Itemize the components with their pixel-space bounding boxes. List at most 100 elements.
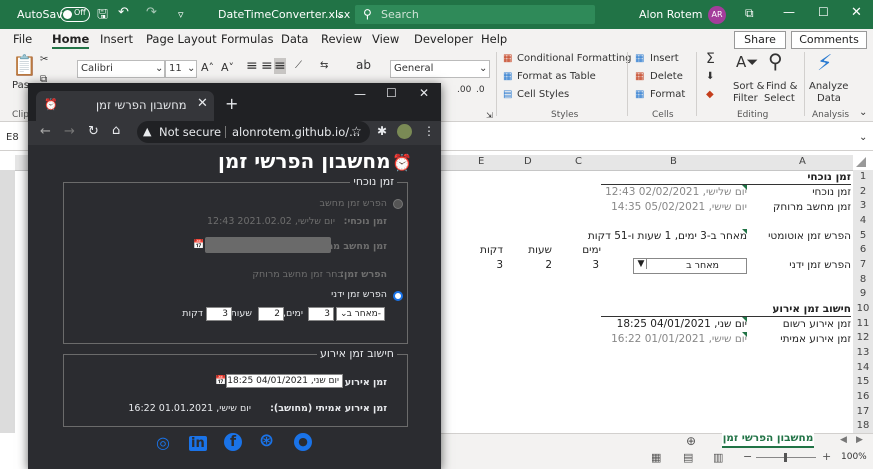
paste-label[interactable]: Pas [12, 80, 29, 91]
increase-decimal-icon[interactable]: .00 [457, 85, 471, 95]
format-as-table-button[interactable]: Format as Table [517, 71, 596, 82]
grow-font-icon[interactable]: A˄ [201, 61, 214, 74]
direction-select[interactable]: מאחר ב- ⌄ [336, 307, 385, 321]
menu-formulas[interactable]: Formulas [221, 32, 274, 46]
text-direction-icon[interactable]: ⇆ [320, 60, 328, 71]
menu-data[interactable]: Data [281, 32, 308, 46]
name-box[interactable]: E8 [6, 132, 19, 143]
zoom-out-icon[interactable]: − [743, 450, 752, 463]
recorded-time-input[interactable]: יום שני, 04/01/2021 18:25 [226, 374, 343, 388]
fill-icon[interactable]: ⬇ [706, 71, 714, 82]
warning-icon[interactable]: ▲ [143, 125, 151, 138]
zoom-slider-thumb[interactable] [784, 453, 787, 462]
menu-developer[interactable]: Developer [414, 32, 473, 46]
cell-e7[interactable]: 3 [496, 259, 503, 271]
menu-home[interactable]: Home [52, 32, 90, 49]
row-header[interactable]: 6 [853, 244, 873, 255]
url-text[interactable]: alonrotem.github.io/... [232, 125, 360, 139]
days-input[interactable]: 3 [308, 307, 334, 321]
row-header[interactable]: 2 [853, 186, 873, 197]
cell-b12[interactable]: יום שישי, 01/01/2021 16:22 [611, 333, 747, 345]
zoom-in-icon[interactable]: + [822, 450, 831, 463]
row-header[interactable]: 1 [853, 171, 873, 182]
zoom-level[interactable]: 100% [841, 452, 867, 462]
cell-a1[interactable]: זמן נוכחי [807, 171, 851, 183]
font-size-select[interactable]: 11 ⌄ [165, 60, 197, 78]
minimize-icon[interactable]: — [783, 5, 795, 19]
sheet-tab[interactable]: מחשבון הפרשי זמן [722, 432, 814, 448]
customize-icon[interactable]: ▿ [178, 8, 184, 21]
clear-icon[interactable]: ◆ [706, 89, 714, 100]
format-cells-button[interactable]: Format [650, 89, 685, 100]
cell-a3[interactable]: זמן מחשב מרוחק [773, 201, 851, 213]
address-bar[interactable]: ▲ Not secure alonrotem.github.io/... ☆ [137, 121, 370, 143]
calendar-icon[interactable]: 📅 [193, 240, 204, 250]
row-header[interactable]: 3 [853, 200, 873, 211]
avatar[interactable]: AR [708, 6, 726, 24]
row-header[interactable]: 18 [853, 420, 873, 431]
align-bottom-icon[interactable]: ≡ [274, 58, 286, 74]
cell-b3[interactable]: יום שישי, 05/02/2021 14:35 [611, 201, 747, 213]
tab-close-icon[interactable]: ✕ [197, 96, 208, 111]
row-header[interactable]: 13 [853, 347, 873, 358]
conditional-formatting-button[interactable]: Conditional Formatting [517, 53, 631, 64]
cell-c7[interactable]: 3 [592, 259, 599, 271]
chrome-close-icon[interactable]: ✕ [419, 86, 429, 100]
cut-icon[interactable]: ✂ [40, 54, 48, 65]
instagram-icon[interactable]: ◎ [156, 433, 170, 452]
home-icon[interactable]: ⌂ [112, 123, 120, 138]
paste-icon[interactable]: 📋 [12, 53, 37, 77]
cell-a10[interactable]: חישוב זמן אירוע [772, 303, 851, 315]
row-header[interactable]: 14 [853, 362, 873, 373]
analyze-data-button-2[interactable]: Data [817, 93, 841, 104]
find-select-button-2[interactable]: Select [764, 93, 795, 104]
save-icon[interactable]: 🖫 [97, 5, 108, 27]
autosave-toggle[interactable]: Off [60, 7, 90, 22]
orientation-icon[interactable]: ⟋ [295, 60, 302, 71]
remote-time-input[interactable] [205, 237, 331, 253]
column-header-d[interactable]: D [524, 156, 532, 167]
analyze-data-button[interactable]: Analyze [809, 81, 848, 92]
undo-icon[interactable]: ↶ [118, 5, 129, 20]
new-tab-icon[interactable]: + [225, 94, 238, 113]
add-sheet-icon[interactable]: ⊕ [686, 434, 696, 448]
direction-dropdown[interactable]: ▼ מאחר ב [633, 258, 747, 274]
cell-c6[interactable]: ימים [582, 244, 601, 256]
bookmark-star-icon[interactable]: ☆ [351, 124, 362, 138]
dribbble-icon[interactable]: ⊛ [259, 430, 274, 451]
row-header[interactable]: 16 [853, 391, 873, 402]
delete-cells-button[interactable]: Delete [650, 71, 683, 82]
extensions-icon[interactable]: ✱ [377, 124, 387, 138]
radio-calc-difference[interactable] [393, 199, 403, 209]
row-header[interactable]: 7 [853, 259, 873, 270]
cell-b5[interactable]: מאחר ב-3 ימים, 1 שעות ו-51 דקות [588, 230, 747, 242]
number-format-select[interactable]: General ⌄ [390, 60, 490, 78]
ribbon-display-icon[interactable]: ⧉ [745, 6, 754, 21]
sort-filter-button[interactable]: Sort & [733, 81, 764, 92]
row-header[interactable]: 17 [853, 406, 873, 417]
row-header[interactable]: 12 [853, 332, 873, 343]
file-title-chevron[interactable]: ⌄ [335, 8, 344, 21]
autosum-icon[interactable]: Σ [706, 51, 715, 67]
redo-icon[interactable]: ↷ [146, 5, 157, 20]
number-launcher-icon[interactable]: ⇲ [486, 111, 493, 120]
menu-page-layout[interactable]: Page Layout [146, 32, 217, 46]
cell-a12[interactable]: זמן אירוע אמיתי [780, 333, 851, 345]
align-middle-icon[interactable]: ≡ [261, 58, 273, 74]
page-layout-view-icon[interactable]: ▤ [683, 451, 693, 464]
close-icon[interactable]: ✕ [851, 5, 862, 20]
column-header-a[interactable]: A [799, 156, 806, 167]
back-icon[interactable]: ← [40, 124, 51, 139]
chrome-maximize-icon[interactable]: ☐ [386, 86, 397, 100]
column-header-b[interactable]: B [670, 156, 677, 167]
chrome-tab[interactable]: ⏰ מחשבון הפרשי זמן ✕ [36, 91, 214, 121]
menu-file[interactable]: File [13, 32, 32, 46]
linkedin-icon[interactable]: in [189, 436, 207, 451]
reload-icon[interactable]: ↻ [88, 124, 99, 139]
forward-icon[interactable]: → [64, 124, 75, 139]
cell-a2[interactable]: זמן נוכחי [812, 186, 851, 198]
cell-b2[interactable]: יום שלישי, 02/02/2021 12:43 [605, 186, 747, 198]
row-header[interactable]: 11 [853, 318, 873, 329]
decrease-decimal-icon[interactable]: .0 [476, 85, 485, 95]
cell-d7[interactable]: 2 [545, 259, 552, 271]
